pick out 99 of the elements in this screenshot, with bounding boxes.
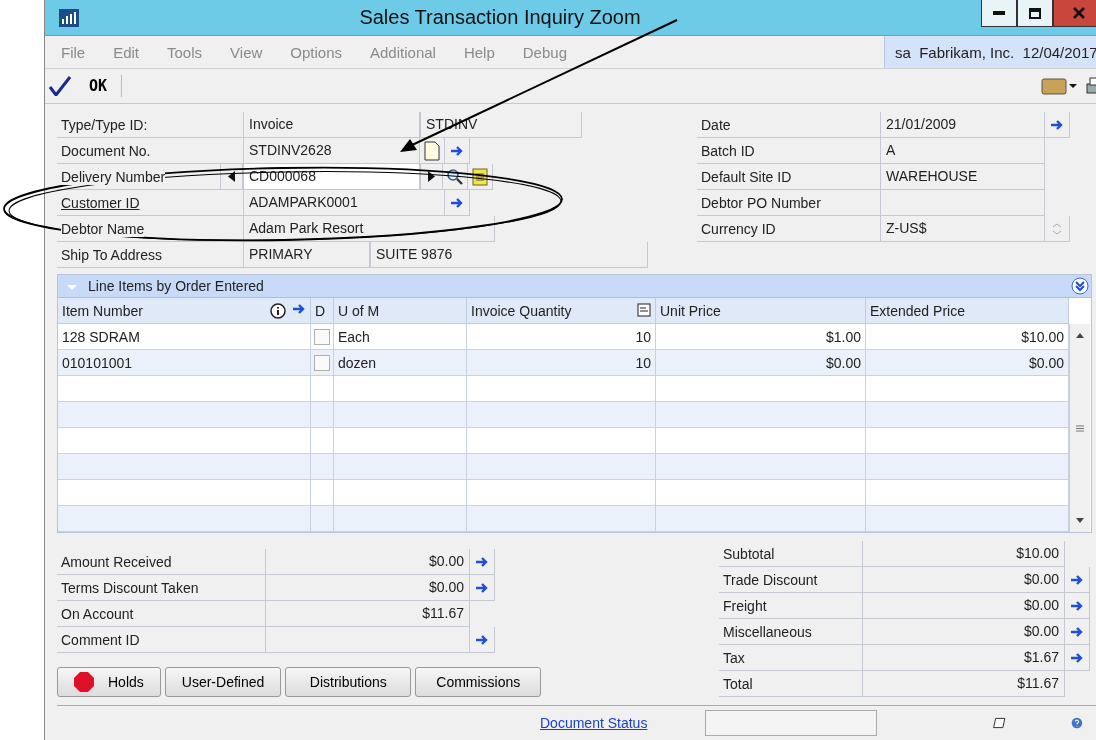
stop-sign-icon — [74, 672, 94, 692]
column-title: Item Number — [62, 303, 144, 319]
field-value: $1.67 — [862, 645, 1065, 671]
scroll-down-icon[interactable] — [1076, 518, 1084, 524]
grid-title: Line Items by Order Entered — [88, 278, 264, 294]
field-value: ADAMPARK0001 — [243, 190, 445, 216]
table-cell: $10.00 — [866, 324, 1069, 350]
close-button[interactable] — [1053, 0, 1096, 27]
field-value: $0.00 — [862, 593, 1065, 619]
document-status-link[interactable]: Document Status — [540, 715, 648, 731]
minimize-icon — [993, 11, 1005, 15]
field-value: Z-US$ — [880, 216, 1045, 242]
checkmark-icon — [49, 76, 71, 96]
table-cell: 10 — [467, 350, 656, 376]
document-icon — [424, 140, 440, 161]
table-cell: 010101001 — [58, 350, 311, 376]
list-icon[interactable] — [637, 303, 651, 317]
field-label: Total — [723, 676, 753, 692]
action-button[interactable]: Distributions — [285, 667, 412, 697]
field-value: $0.00 — [862, 567, 1065, 593]
arrow-icon — [475, 555, 489, 568]
field-value: A — [880, 138, 1045, 164]
holds-button[interactable]: Holds — [57, 667, 161, 697]
field-value: SUITE 9876 — [370, 242, 648, 268]
arrow-icon — [1050, 118, 1064, 131]
maximize-button[interactable] — [1017, 0, 1053, 27]
grip-icon — [1076, 424, 1084, 432]
field-label: Trade Discount — [723, 572, 818, 588]
chart-icon — [59, 8, 79, 27]
minimize-button[interactable] — [981, 0, 1017, 27]
field-label: Subtotal — [723, 546, 775, 562]
arrow-icon — [475, 633, 489, 646]
field-label: Debtor Name — [61, 221, 145, 237]
arrow-icon — [1070, 599, 1084, 612]
field-value: $0.00 — [265, 549, 470, 575]
arrow-icon — [1070, 651, 1084, 664]
column-title: Invoice Quantity — [471, 303, 573, 319]
field-label: Miscellaneous — [723, 624, 812, 640]
table-cell: 10 — [467, 324, 656, 350]
table-cell: 128 SDRAM — [58, 324, 311, 350]
field-value: 21/01/2009 — [880, 112, 1045, 138]
table-cell: $0.00 — [866, 350, 1069, 376]
field-label: Comment ID — [61, 632, 140, 648]
column-header: Extended Price — [866, 298, 1069, 324]
table-cell: Each — [334, 324, 467, 350]
arrow-icon — [450, 196, 464, 209]
field-label: Freight — [723, 598, 767, 614]
field-label: Batch ID — [701, 143, 755, 159]
field-label: On Account — [61, 606, 134, 622]
field-label: Delivery Number — [61, 169, 166, 185]
checkbox[interactable] — [314, 354, 330, 371]
action-button[interactable]: Commissions — [415, 667, 542, 697]
field-label: Document No. — [61, 143, 151, 159]
field-value: $11.67 — [862, 671, 1065, 697]
info-icon[interactable] — [270, 303, 286, 319]
card-icon[interactable] — [1041, 76, 1077, 96]
customer-id-link[interactable]: Customer ID — [61, 195, 140, 211]
field-value: $10.00 — [862, 541, 1065, 567]
field-label: Ship To Address — [61, 247, 162, 263]
arrow-icon — [475, 581, 489, 594]
column-header: Unit Price — [656, 298, 866, 324]
field-label: Debtor PO Number — [701, 195, 821, 211]
arrow-icon — [450, 144, 464, 157]
ok-button[interactable]: OK — [49, 75, 123, 97]
field-value: $0.00 — [265, 575, 470, 601]
scroll-up-icon[interactable] — [1076, 332, 1084, 338]
right-triangle-icon — [428, 171, 435, 182]
field-label: Default Site ID — [701, 169, 792, 185]
expand-icon[interactable] — [1071, 277, 1089, 295]
field-value: $11.67 — [265, 601, 470, 627]
window-title: Sales Transaction Inquiry Zoom — [358, 6, 642, 29]
search-icon — [446, 167, 464, 186]
next-button[interactable] — [420, 164, 443, 190]
action-button[interactable]: User-Defined — [164, 667, 282, 697]
field-label: Currency ID — [701, 221, 776, 237]
arrow-icon — [292, 303, 306, 315]
table-cell: $0.00 — [656, 350, 866, 376]
checkbox[interactable] — [314, 328, 330, 345]
table-cell: dozen — [334, 350, 467, 376]
scrollbar[interactable] — [1069, 324, 1090, 532]
field-label: Type/Type ID: — [61, 117, 148, 133]
arrow-icon — [1070, 573, 1084, 586]
field-label: Terms Discount Taken — [61, 580, 199, 596]
field-label: Date — [701, 117, 731, 133]
field-value: $0.00 — [862, 619, 1065, 645]
field-value: PRIMARY — [243, 242, 370, 268]
column-header: D — [311, 298, 334, 324]
field-value: Adam Park Resort — [243, 216, 495, 242]
company-info: sa Fabrikam, Inc. 12/04/2017 — [884, 36, 1096, 68]
maximize-icon — [1029, 7, 1041, 19]
field-value: Invoice — [243, 112, 420, 138]
left-triangle-icon — [228, 171, 235, 182]
close-icon — [1073, 7, 1085, 19]
field-label: Amount Received — [61, 554, 172, 570]
field-value: WAREHOUSE — [880, 164, 1045, 190]
table-cell: $1.00 — [656, 324, 866, 350]
column-header: U of M — [334, 298, 467, 324]
field-label: Tax — [723, 650, 745, 666]
arrow-icon — [1070, 625, 1084, 638]
